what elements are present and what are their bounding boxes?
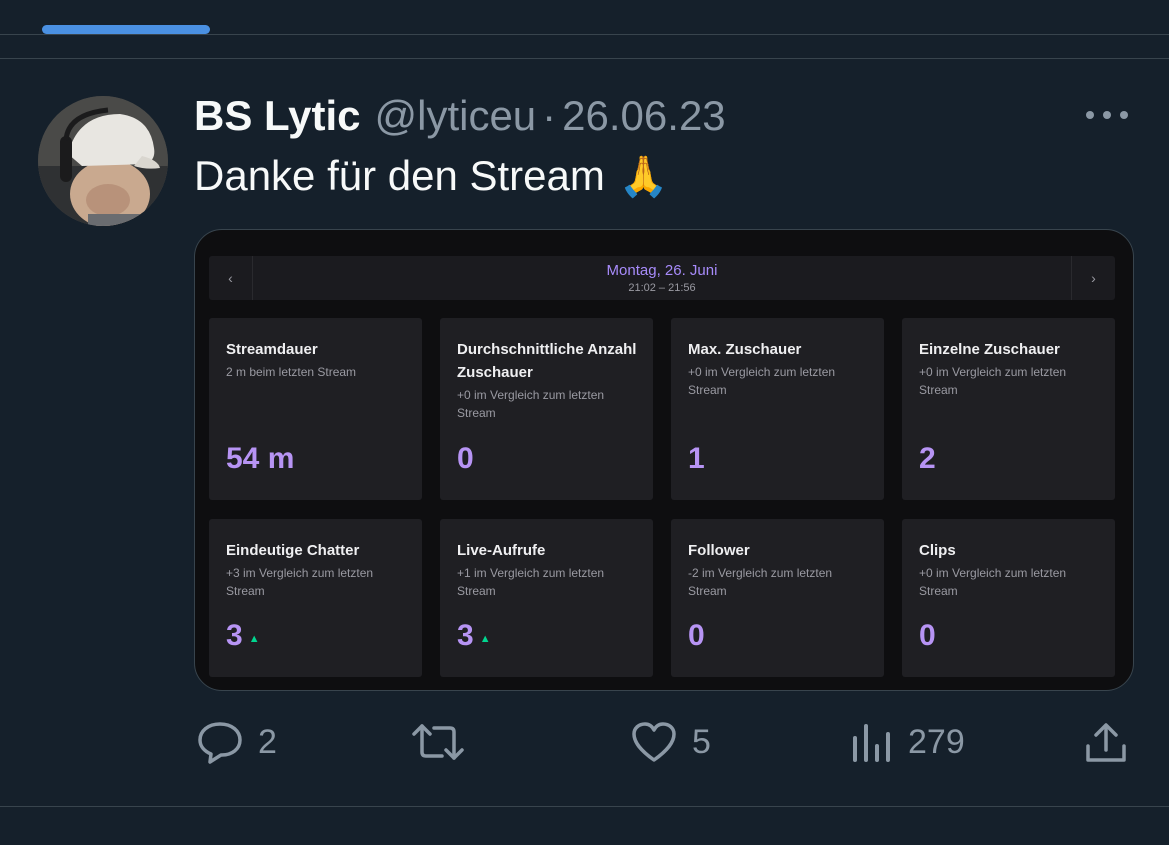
stat-title: Max. Zuschauer: [688, 341, 802, 358]
stat-value: 1: [688, 442, 705, 476]
stat-title: Streamdauer: [226, 341, 318, 358]
views-icon: [853, 724, 890, 762]
stat-value: 0: [457, 442, 474, 476]
avatar[interactable]: [38, 96, 168, 226]
stat-card-max-zuschauer: Max. Zuschauer +0 im Vergleich zum letzt…: [671, 318, 884, 500]
stat-value: 54 m: [226, 442, 294, 476]
stat-title: Follower: [688, 542, 750, 559]
stat-card-follower: Follower -2 im Vergleich zum letzten Str…: [671, 519, 884, 677]
stat-value-number: 3: [226, 619, 243, 652]
stat-value: 0: [919, 619, 936, 653]
active-tab-indicator: [42, 25, 210, 34]
more-dot: [1120, 111, 1128, 119]
tweet-header: BS Lytic @lyticeu · 26.06.23: [194, 88, 726, 144]
stat-comparison: -2 im Vergleich zum letzten Stream: [688, 566, 833, 598]
stat-title: Einzelne Zuschauer: [919, 341, 1060, 358]
stream-time-range: 21:02 – 21:56: [628, 282, 696, 294]
separator-dot: ·: [542, 92, 557, 139]
stat-title: Eindeutige Chatter: [226, 542, 360, 559]
more-dot: [1086, 111, 1094, 119]
section-divider: [0, 58, 1169, 59]
stat-value-number: 2: [919, 442, 936, 475]
stat-value-number: 0: [919, 619, 936, 652]
stat-title: Durchschnittliche Anzahl Zuschauer: [457, 341, 637, 381]
views-button[interactable]: 279: [850, 720, 965, 764]
stat-value-number: 0: [457, 442, 474, 475]
stat-value-number: 1: [688, 442, 705, 475]
tweet-text-content: Danke für den Stream: [194, 152, 605, 199]
tweet-text: Danke für den Stream 🙏: [194, 148, 669, 204]
next-day-button[interactable]: ›: [1071, 256, 1115, 300]
stat-value-number: 54 m: [226, 442, 295, 475]
share-button[interactable]: [1084, 720, 1128, 764]
heart-icon: [632, 722, 676, 762]
stat-title: Live-Aufrufe: [457, 542, 546, 559]
stat-title: Clips: [919, 542, 956, 559]
stat-card-streamdauer: Streamdauer 2 m beim letzten Stream 54 m: [209, 318, 422, 500]
more-dot: [1103, 111, 1111, 119]
stat-card-clips: Clips +0 im Vergleich zum letzten Stream…: [902, 519, 1115, 677]
folded-hands-emoji: 🙏: [618, 154, 669, 199]
retweet-button[interactable]: [410, 720, 480, 764]
reply-button[interactable]: 2: [196, 720, 277, 764]
reply-icon: [198, 722, 242, 764]
prev-day-button[interactable]: ‹: [209, 256, 253, 300]
tweet-date[interactable]: 26.06.23: [562, 92, 726, 140]
stat-comparison: +3 im Vergleich zum letzten Stream: [226, 566, 374, 598]
tweet-bottom-divider: [0, 806, 1169, 807]
stat-card-durchschnittliche-zuschauer: Durchschnittliche Anzahl Zuschauer +0 im…: [440, 318, 653, 500]
stat-comparison: +0 im Vergleich zum letzten Stream: [457, 388, 605, 420]
stat-comparison: +0 im Vergleich zum letzten Stream: [688, 365, 836, 397]
tweet-media-image[interactable]: ‹ Montag, 26. Juni 21:02 – 21:56 › Strea…: [194, 229, 1134, 691]
stream-date: Montag, 26. Juni: [606, 262, 718, 279]
stat-value-number: 3: [457, 619, 474, 652]
like-count: 5: [692, 722, 711, 761]
reply-count: 2: [258, 722, 277, 761]
stat-value: 2: [919, 442, 936, 476]
stat-comparison: +1 im Vergleich zum letzten Stream: [457, 566, 605, 598]
stat-comparison: 2 m beim letzten Stream: [226, 365, 357, 379]
trend-up-icon: ▲: [248, 633, 260, 645]
display-name[interactable]: BS Lytic: [194, 92, 360, 140]
stream-date-navigator: ‹ Montag, 26. Juni 21:02 – 21:56 ›: [209, 256, 1115, 300]
stat-card-einzelne-zuschauer: Einzelne Zuschauer +0 im Vergleich zum l…: [902, 318, 1115, 500]
user-handle[interactable]: @lyticeu: [374, 92, 536, 140]
header-divider: [0, 34, 1169, 35]
trend-up-icon: ▲: [479, 633, 491, 645]
stat-card-live-aufrufe: Live-Aufrufe +1 im Vergleich zum letzten…: [440, 519, 653, 677]
views-count: 279: [908, 722, 965, 761]
stat-comparison: +0 im Vergleich zum letzten Stream: [919, 566, 1067, 598]
stat-value: 3 ▲: [226, 619, 260, 653]
share-icon: [1086, 723, 1126, 762]
like-button[interactable]: 5: [630, 720, 711, 764]
stat-value-number: 0: [688, 619, 705, 652]
stat-value: 3 ▲: [457, 619, 491, 653]
more-icon[interactable]: [1080, 100, 1134, 130]
stat-comparison: +0 im Vergleich zum letzten Stream: [919, 365, 1067, 397]
stat-card-eindeutige-chatter: Eindeutige Chatter +3 im Vergleich zum l…: [209, 519, 422, 677]
stat-value: 0: [688, 619, 705, 653]
retweet-icon: [412, 724, 464, 760]
